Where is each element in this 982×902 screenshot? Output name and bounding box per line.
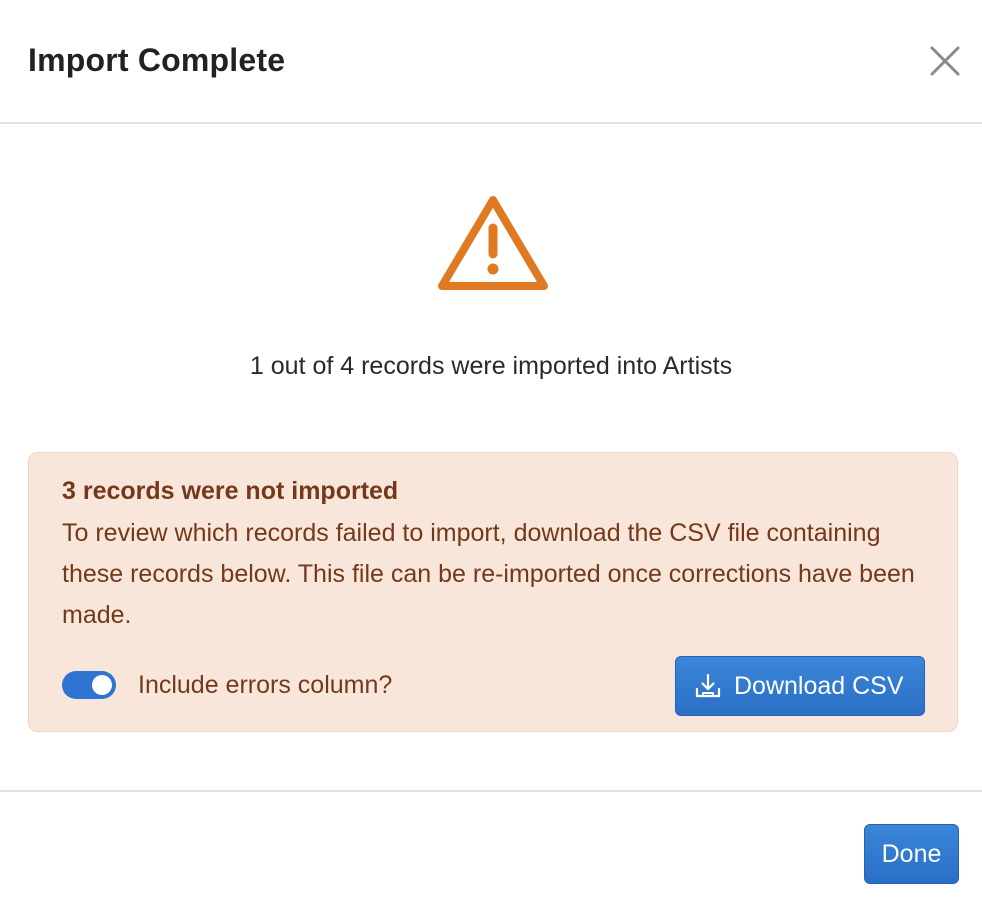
include-errors-label: Include errors column? xyxy=(138,671,393,699)
dialog-footer: Done xyxy=(0,790,982,902)
download-icon xyxy=(695,673,721,698)
done-button[interactable]: Done xyxy=(864,824,959,884)
dialog-header: Import Complete xyxy=(0,0,982,124)
include-errors-toggle[interactable] xyxy=(62,671,116,699)
close-button[interactable] xyxy=(926,42,964,80)
notice-text: To review which records failed to import… xyxy=(62,519,915,629)
download-csv-label: Download CSV xyxy=(734,672,904,700)
toggle-knob xyxy=(92,675,112,695)
import-complete-dialog: Import Complete 1 out of 4 records were … xyxy=(0,0,982,902)
download-csv-button[interactable]: Download CSV xyxy=(675,656,925,716)
import-summary: 1 out of 4 records were imported into Ar… xyxy=(249,352,733,380)
dialog-title: Import Complete xyxy=(28,42,286,78)
dialog-body: 1 out of 4 records were imported into Ar… xyxy=(0,124,982,790)
close-icon xyxy=(930,46,960,76)
notice-title: 3 records were not imported xyxy=(62,477,399,505)
warning-icon xyxy=(438,196,548,290)
not-imported-notice: 3 records were not imported To review wh… xyxy=(28,452,958,732)
